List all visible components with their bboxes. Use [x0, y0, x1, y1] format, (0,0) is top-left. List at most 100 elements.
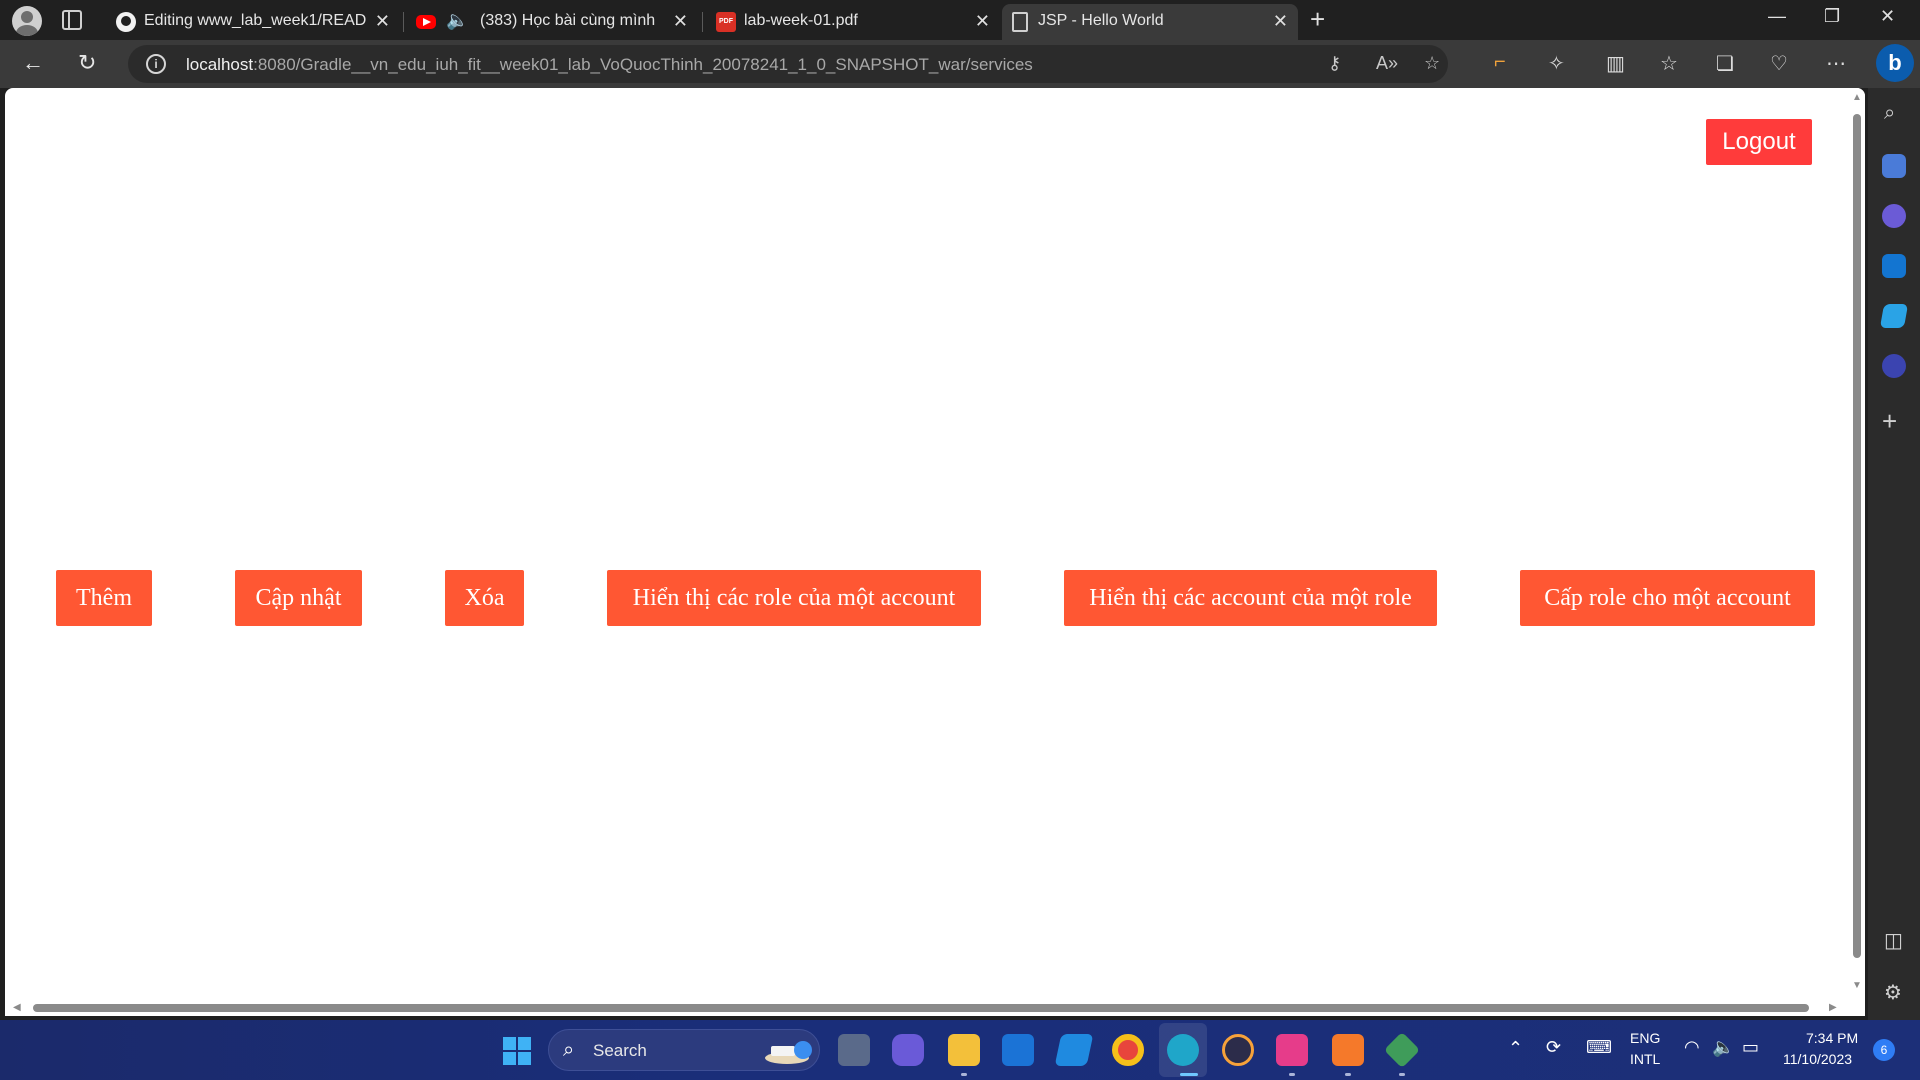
pdf-icon: PDF — [716, 12, 736, 32]
show-account-roles-button[interactable]: Hiển thị các role của một account — [607, 570, 981, 626]
speaker-icon[interactable]: 🔈 — [446, 10, 468, 31]
horizontal-scrollbar[interactable]: ◀ ▶ — [5, 1000, 1849, 1016]
close-icon[interactable]: ✕ — [673, 11, 688, 32]
minimize-icon[interactable]: — — [1768, 6, 1786, 27]
grant-role-button[interactable]: Cấp role cho một account — [1520, 570, 1815, 626]
xampp-icon[interactable] — [1332, 1034, 1364, 1066]
search-highlight-icon — [765, 1041, 812, 1064]
extension-icon[interactable]: ⌐ — [1494, 51, 1506, 74]
bing-copilot-icon[interactable]: b — [1876, 44, 1914, 82]
search-icon[interactable]: ⌕ — [1884, 102, 1895, 125]
page-icon — [1012, 12, 1028, 32]
horizontal-scroll-thumb[interactable] — [33, 1004, 1809, 1012]
copilot-icon[interactable] — [1882, 204, 1906, 228]
extensions-puzzle-icon[interactable]: ✧ — [1548, 51, 1565, 76]
tab-title: JSP - Hello World — [1038, 12, 1164, 29]
update-button[interactable]: Cập nhật — [235, 570, 362, 626]
battery-icon[interactable]: ▭ — [1742, 1037, 1759, 1058]
gitkraken-icon[interactable] — [1383, 1031, 1421, 1069]
refresh-icon[interactable]: ↻ — [78, 50, 96, 76]
send-icon[interactable] — [1879, 304, 1909, 328]
read-aloud-icon[interactable]: A» — [1376, 53, 1398, 74]
tab-github-readme[interactable]: Editing www_lab_week1/READMI ✕ — [108, 4, 400, 40]
teams-meet-icon[interactable] — [892, 1034, 924, 1066]
new-tab-icon[interactable]: + — [1310, 4, 1325, 35]
performance-icon[interactable]: ♡ — [1770, 51, 1788, 76]
mail-icon[interactable] — [1002, 1034, 1034, 1066]
tab-strip: Editing www_lab_week1/READMI ✕ 🔈 (383) H… — [0, 0, 1920, 40]
volume-icon[interactable]: 🔈 — [1712, 1037, 1734, 1058]
split-screen-icon[interactable]: ▥ — [1606, 51, 1625, 76]
running-indicator — [1180, 1073, 1198, 1076]
keyboard-icon[interactable]: ⌨ — [1586, 1037, 1612, 1058]
more-menu-icon[interactable]: ⋯ — [1826, 51, 1846, 76]
windows-start-icon[interactable] — [503, 1037, 531, 1065]
shopping-tag-icon[interactable] — [1882, 154, 1906, 178]
service-actions: Thêm Cập nhật Xóa Hiển thị các role của … — [5, 570, 1865, 626]
scroll-right-icon[interactable]: ▶ — [1829, 1002, 1837, 1013]
search-icon: ⌕ — [563, 1039, 575, 1061]
chevron-up-icon[interactable]: ⌃ — [1508, 1038, 1523, 1059]
windows-taskbar: ⌕ Search ⌃ ⟳ ⌨ ENG INTL ◠ 🔈 ▭ 7:34 PM 11… — [0, 1020, 1920, 1080]
clock-time[interactable]: 7:34 PM — [1806, 1030, 1858, 1046]
running-indicator — [1399, 1073, 1405, 1076]
clock-date[interactable]: 11/10/2023 — [1783, 1051, 1852, 1067]
tab-separator — [702, 12, 703, 32]
close-icon[interactable]: ✕ — [375, 11, 390, 32]
scroll-up-icon[interactable]: ▲ — [1852, 92, 1862, 103]
site-info-icon[interactable]: i — [146, 54, 166, 74]
vscode-icon[interactable] — [1054, 1034, 1094, 1066]
intellij-icon[interactable] — [1276, 1034, 1308, 1066]
address-bar[interactable]: i localhost:8080/Gradle__vn_edu_iuh_fit_… — [128, 45, 1448, 83]
close-icon[interactable]: ✕ — [1273, 11, 1288, 32]
add-sidebar-app-icon[interactable]: + — [1882, 406, 1897, 437]
key-icon[interactable]: ⚷ — [1328, 53, 1341, 74]
wifi-icon[interactable]: ◠ — [1684, 1037, 1700, 1058]
tab-separator — [403, 12, 404, 32]
notification-badge[interactable]: 6 — [1873, 1039, 1895, 1061]
taskbar-search[interactable]: ⌕ Search — [548, 1029, 820, 1071]
sync-icon[interactable]: ⟳ — [1546, 1037, 1561, 1058]
search-label: Search — [593, 1041, 647, 1060]
browser-toolbar: ← ↻ i localhost:8080/Gradle__vn_edu_iuh_… — [0, 40, 1920, 88]
tab-title: lab-week-01.pdf — [744, 12, 858, 29]
logout-button[interactable]: Logout — [1706, 119, 1812, 165]
close-icon[interactable]: ✕ — [975, 11, 990, 32]
scroll-down-icon[interactable]: ▼ — [1852, 980, 1862, 991]
vertical-scroll-thumb[interactable] — [1853, 114, 1861, 958]
language-bottom[interactable]: INTL — [1630, 1051, 1660, 1067]
outlook-icon[interactable] — [1882, 254, 1906, 278]
tab-title: (383) Học bài cùng mình - Sh — [480, 12, 660, 29]
delete-button[interactable]: Xóa — [445, 570, 524, 626]
favorites-icon[interactable]: ☆ — [1660, 51, 1678, 76]
show-role-accounts-button[interactable]: Hiển thị các account của một role — [1064, 570, 1437, 626]
back-icon[interactable]: ← — [22, 50, 44, 76]
scroll-left-icon[interactable]: ◀ — [13, 1002, 21, 1013]
vertical-scrollbar[interactable]: ▲ ▼ — [1849, 88, 1865, 1016]
tab-actions-icon[interactable] — [62, 10, 82, 30]
tab-pdf[interactable]: PDF lab-week-01.pdf ✕ — [708, 4, 1000, 40]
tab-youtube[interactable]: 🔈 (383) Học bài cùng mình - Sh ✕ — [408, 4, 698, 40]
language-top[interactable]: ENG — [1630, 1030, 1660, 1046]
add-button[interactable]: Thêm — [56, 570, 152, 626]
eclipse-icon[interactable] — [1222, 1034, 1254, 1066]
restore-icon[interactable]: ❐ — [1824, 6, 1840, 27]
running-indicator — [961, 1073, 967, 1076]
chrome-icon[interactable] — [1112, 1034, 1144, 1066]
edge-icon[interactable] — [1167, 1034, 1199, 1066]
url-text[interactable]: localhost:8080/Gradle__vn_edu_iuh_fit__w… — [186, 55, 1033, 75]
tab-jsp-hello-world[interactable]: JSP - Hello World ✕ — [1002, 4, 1298, 40]
file-explorer-icon[interactable] — [948, 1034, 980, 1066]
close-window-icon[interactable]: ✕ — [1880, 6, 1895, 27]
hide-sidebar-icon[interactable]: ◫ — [1884, 928, 1903, 953]
collections-icon[interactable]: ❏ — [1716, 51, 1734, 76]
youtube-icon — [416, 15, 436, 29]
edge-sidebar: ⌕ + ◫ ⚙ — [1868, 88, 1920, 1020]
profile-avatar-icon[interactable] — [12, 6, 42, 36]
github-icon — [116, 12, 136, 32]
sidebar-settings-icon[interactable]: ⚙ — [1884, 980, 1902, 1005]
tab-title: Editing www_lab_week1/READMI — [144, 12, 366, 29]
task-view-icon[interactable] — [838, 1034, 870, 1066]
games-icon[interactable] — [1882, 354, 1906, 378]
favorite-star-icon[interactable]: ☆ — [1424, 53, 1440, 74]
